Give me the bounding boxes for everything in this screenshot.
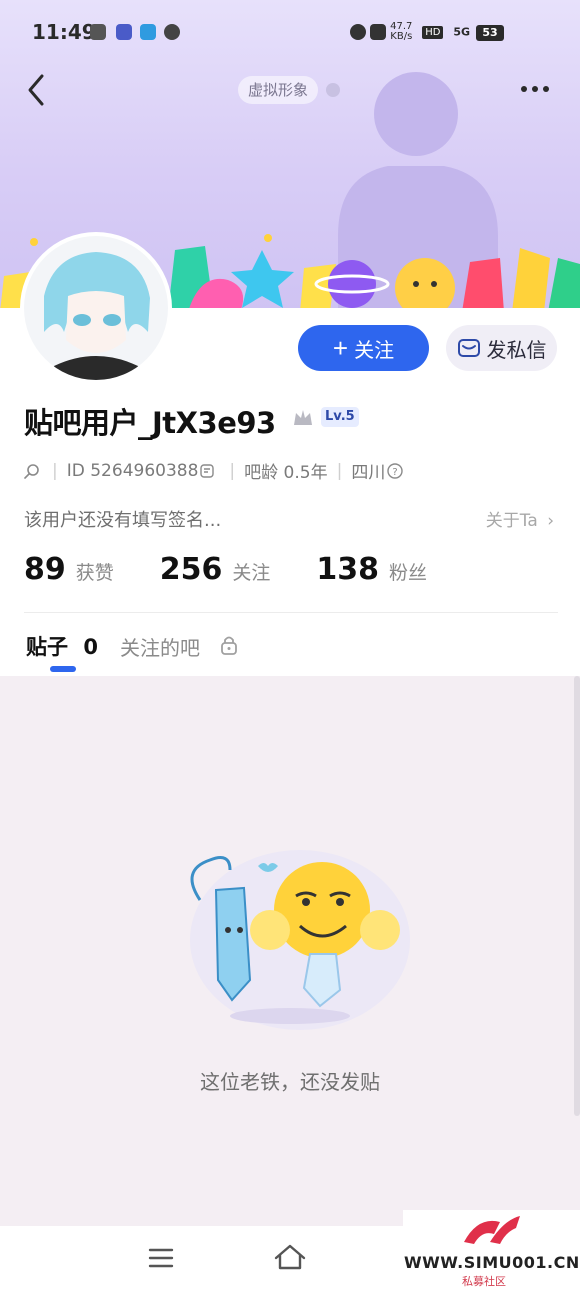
user-id: ID 5264960388 — [66, 460, 199, 481]
tab-posts[interactable]: 贴子 0 — [26, 631, 98, 661]
level-badge: Lv.5 — [321, 407, 359, 427]
status-time: 11:49 — [32, 20, 96, 44]
hd-badge: HD — [422, 25, 444, 39]
profile-meta: | ID 5264960388 | 吧龄 0.5年 | 四川 ? — [24, 458, 409, 483]
empty-state-illustration — [190, 850, 410, 1030]
alarm-status-icon — [350, 24, 366, 40]
follow-label: 关注 — [354, 339, 395, 362]
tab-followed-forums[interactable]: 关注的吧 — [120, 632, 200, 661]
meta-separator: | — [229, 460, 236, 481]
status-right-indicators: 47.7 KB/s HD 5G — [390, 22, 470, 42]
envelope-icon — [457, 339, 480, 357]
meta-separator: | — [336, 460, 343, 481]
net-speed-unit: KB/s — [390, 31, 413, 42]
tieba-icon — [116, 24, 132, 40]
crown-icon — [294, 410, 312, 425]
following-count[interactable]: 256 — [160, 552, 223, 587]
tab-posts-label: 贴子 — [26, 635, 68, 659]
empty-state-text: 这位老铁，还没发贴 — [200, 1070, 380, 1094]
tab-posts-count: 0 — [83, 635, 98, 659]
help-icon[interactable]: ? — [387, 462, 404, 479]
meta-separator: | — [52, 460, 58, 481]
status-bar: 11:49 47.7 KB/s HD 5G 53 — [0, 0, 580, 66]
about-label: 关于Ta — [485, 511, 538, 531]
watermark-sub: 私募社区 — [462, 1275, 506, 1288]
about-link[interactable]: 关于Ta › — [486, 506, 554, 531]
follow-button[interactable]: + 关注 — [298, 325, 429, 371]
watermark-logo-icon — [464, 1216, 520, 1244]
telegram-icon — [140, 24, 156, 40]
avatar[interactable] — [24, 236, 168, 380]
network-type: 5G — [453, 25, 470, 39]
avatar-image — [24, 236, 168, 380]
message-button[interactable]: 发私信 — [446, 325, 557, 371]
alarm-icon — [164, 24, 180, 40]
wechat-icon — [90, 24, 106, 40]
search-icon[interactable] — [24, 463, 40, 479]
back-button[interactable] — [22, 70, 56, 110]
message-label: 发私信 — [486, 339, 547, 362]
likes-label: 获赞 — [75, 562, 114, 584]
tab-active-indicator — [50, 666, 76, 672]
virtual-avatar-pill[interactable]: 虚拟形象 — [238, 76, 319, 104]
scrollbar[interactable] — [574, 676, 580, 1116]
lock-icon — [221, 636, 237, 655]
username: 贴吧用户_JtX3e93 — [24, 406, 276, 440]
menu-icon[interactable] — [148, 1246, 174, 1270]
signature: 该用户还没有填写签名... — [24, 510, 222, 531]
copy-icon[interactable] — [200, 463, 215, 478]
plus-icon: + — [332, 333, 349, 363]
stats-row: 89 获赞 256 关注 138 粉丝 — [24, 552, 427, 587]
bar-age: 吧龄 0.5年 — [244, 463, 328, 483]
location: 四川 — [351, 463, 386, 483]
following-label[interactable]: 关注 — [232, 558, 270, 585]
likes-count: 89 — [24, 552, 66, 587]
watermark-url: WWW.SIMU001.CN — [404, 1253, 580, 1272]
fans-label[interactable]: 粉丝 — [389, 558, 427, 585]
more-options-icon[interactable] — [518, 78, 552, 100]
svg-text:?: ? — [393, 467, 398, 478]
mute-icon — [370, 24, 386, 40]
home-icon[interactable] — [272, 1242, 308, 1272]
fans-count[interactable]: 138 — [316, 552, 379, 587]
battery-indicator: 53 — [476, 25, 504, 41]
status-dot — [326, 83, 340, 97]
divider — [24, 612, 558, 613]
chevron-right-icon: › — [547, 511, 554, 531]
